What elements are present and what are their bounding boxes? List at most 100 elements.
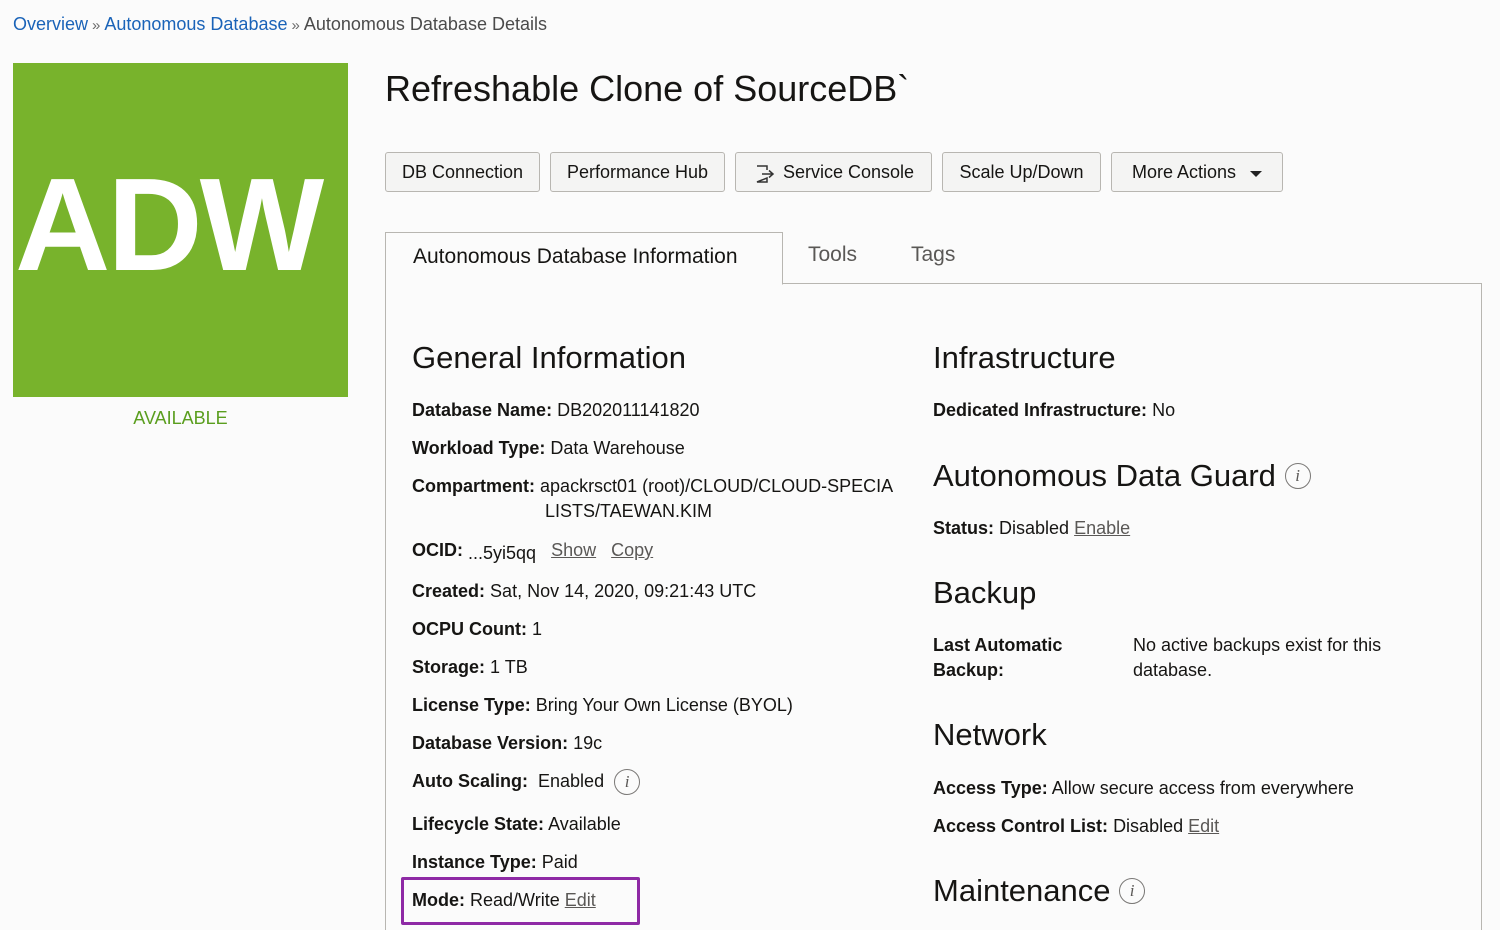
page-title: Refreshable Clone of SourceDB` xyxy=(385,68,910,109)
tab-autonomous-database-information[interactable]: Autonomous Database Information xyxy=(385,232,783,285)
breadcrumb-separator: » xyxy=(92,17,101,34)
storage-row: Storage: 1 TB xyxy=(412,657,528,678)
service-console-label: Service Console xyxy=(782,161,915,182)
adw-logo: ADW xyxy=(13,63,348,397)
data-guard-enable-link[interactable]: Enable xyxy=(1074,518,1130,538)
mode-label: Mode: xyxy=(412,890,465,910)
access-type-value: Allow secure access from everywhere xyxy=(1051,778,1354,798)
dedicated-infrastructure-label: Dedicated Infrastructure: xyxy=(933,400,1148,420)
dedicated-infrastructure-value: No xyxy=(1152,400,1176,420)
adw-logo-text: ADW xyxy=(15,151,324,298)
dedicated-infrastructure-row: Dedicated Infrastructure: No xyxy=(933,400,1175,421)
license-type-row: License Type: Bring Your Own License (BY… xyxy=(412,695,793,716)
database-version-value: 19c xyxy=(573,733,603,753)
last-backup-label-line2: Backup: xyxy=(933,660,1005,680)
compartment-label: Compartment: xyxy=(412,476,536,496)
access-control-list-label: Access Control List: xyxy=(933,816,1109,836)
more-actions-button[interactable]: More Actions xyxy=(1111,152,1283,192)
last-backup-value-line2: database. xyxy=(1133,660,1213,680)
access-type-row: Access Type: Allow secure access from ev… xyxy=(933,778,1354,799)
instance-type-value: Paid xyxy=(541,852,578,872)
autonomous-data-guard-heading: Autonomous Data Guard i xyxy=(933,458,1311,494)
lifecycle-status-badge: AVAILABLE xyxy=(133,408,228,428)
created-label: Created: xyxy=(412,581,486,601)
scale-up-down-label: Scale Up/Down xyxy=(959,161,1084,182)
auto-scaling-label: Auto Scaling: xyxy=(412,770,528,791)
workload-type-value: Data Warehouse xyxy=(550,438,685,458)
last-backup-label-2: Backup: xyxy=(933,660,1004,681)
compartment-value: apackrsct01 (root)/CLOUD/CLOUD-SPECIA xyxy=(540,476,894,496)
ocid-label: OCID: xyxy=(412,540,463,560)
service-console-button[interactable]: Service Console xyxy=(735,152,932,192)
data-guard-status-row: Status: Disabled Enable xyxy=(933,518,1130,539)
compartment-value-continued: LISTS/TAEWAN.KIM xyxy=(545,501,713,521)
workload-type-row: Workload Type: Data Warehouse xyxy=(412,438,685,459)
auto-scaling-value: Enabled xyxy=(538,770,605,791)
tab-tags[interactable]: Tags xyxy=(911,243,955,267)
db-connection-label: DB Connection xyxy=(401,161,524,182)
data-guard-status-label: Status: xyxy=(933,518,995,538)
network-heading: Network xyxy=(933,717,1047,752)
workload-type-label: Workload Type: xyxy=(412,438,546,458)
ocid-copy-link[interactable]: Copy xyxy=(611,540,653,560)
info-icon[interactable]: i xyxy=(1284,462,1311,489)
breadcrumb-autonomous-database-link[interactable]: Autonomous Database xyxy=(104,14,287,34)
mode-row: Mode: Read/Write Edit xyxy=(412,890,596,911)
ocpu-count-row: OCPU Count: 1 xyxy=(412,619,542,640)
storage-label: Storage: xyxy=(412,657,486,677)
performance-hub-label: Performance Hub xyxy=(566,161,709,182)
autonomous-data-guard-title: Autonomous Data Guard xyxy=(933,458,1276,493)
storage-value: 1 TB xyxy=(490,657,528,677)
breadcrumb-current: Autonomous Database Details xyxy=(303,14,547,34)
instance-type-label: Instance Type: xyxy=(412,852,537,872)
more-actions-label: More Actions xyxy=(1131,161,1237,182)
chevron-down-icon xyxy=(1250,170,1263,177)
last-backup-value-line1: No active backups exist for this xyxy=(1133,635,1382,655)
auto-scaling-row: Auto Scaling: Enabled i xyxy=(412,769,641,795)
db-connection-button[interactable]: DB Connection xyxy=(385,152,540,192)
access-control-list-value: Disabled xyxy=(1113,816,1184,836)
scale-up-down-button[interactable]: Scale Up/Down xyxy=(942,152,1101,192)
ocpu-count-value: 1 xyxy=(532,619,543,639)
breadcrumb: Overview» Autonomous Database» Autonomous … xyxy=(13,14,547,35)
created-value: Sat, Nov 14, 2020, 09:21:43 UTC xyxy=(490,581,757,601)
external-link-icon xyxy=(753,163,775,185)
lifecycle-state-value: Available xyxy=(548,814,621,834)
license-type-label: License Type: xyxy=(412,695,531,715)
ocpu-count-label: OCPU Count: xyxy=(412,619,527,639)
created-row: Created: Sat, Nov 14, 2020, 09:21:43 UTC xyxy=(412,581,756,602)
ocid-value: ...5yi5qq xyxy=(468,543,537,563)
ocid-show-link[interactable]: Show xyxy=(551,540,596,560)
maintenance-title: Maintenance xyxy=(933,873,1111,908)
access-control-list-edit-link[interactable]: Edit xyxy=(1188,816,1219,836)
mode-value: Read/Write xyxy=(470,890,560,910)
mode-edit-link[interactable]: Edit xyxy=(565,890,596,910)
last-backup-label: Last Automatic xyxy=(933,635,1062,656)
access-type-label: Access Type: xyxy=(933,778,1048,798)
lifecycle-state-label: Lifecycle State: xyxy=(412,814,545,834)
database-name-row: Database Name: DB202011141820 xyxy=(412,400,700,421)
database-version-label: Database Version: xyxy=(412,733,569,753)
license-type-value: Bring Your Own License (BYOL) xyxy=(535,695,793,715)
access-control-list-row: Access Control List: Disabled Edit xyxy=(933,816,1219,837)
breadcrumb-separator: » xyxy=(291,17,300,34)
database-name-label: Database Name: xyxy=(412,400,553,420)
database-version-row: Database Version: 19c xyxy=(412,733,602,754)
database-name-value: DB202011141820 xyxy=(557,400,700,420)
lifecycle-state-row: Lifecycle State: Available xyxy=(412,814,621,835)
breadcrumb-overview-link[interactable]: Overview xyxy=(13,14,88,34)
performance-hub-button[interactable]: Performance Hub xyxy=(550,152,725,192)
compartment-row: Compartment: apackrsct01 (root)/CLOUD/CL… xyxy=(412,476,893,497)
general-information-heading: General Information xyxy=(412,340,686,375)
infrastructure-heading: Infrastructure xyxy=(933,340,1116,375)
info-icon[interactable]: i xyxy=(614,769,641,795)
tab-label: Autonomous Database Information xyxy=(413,245,738,268)
ocid-row: OCID: ...5yi5qq Show Copy xyxy=(412,540,653,563)
backup-heading: Backup xyxy=(933,575,1037,610)
info-icon[interactable]: i xyxy=(1119,877,1146,904)
last-backup-label-line1: Last Automatic xyxy=(933,635,1063,655)
maintenance-heading: Maintenance i xyxy=(933,873,1146,909)
data-guard-status-value: Disabled xyxy=(999,518,1070,538)
instance-type-row: Instance Type: Paid xyxy=(412,852,578,873)
tab-tools[interactable]: Tools xyxy=(808,243,857,267)
